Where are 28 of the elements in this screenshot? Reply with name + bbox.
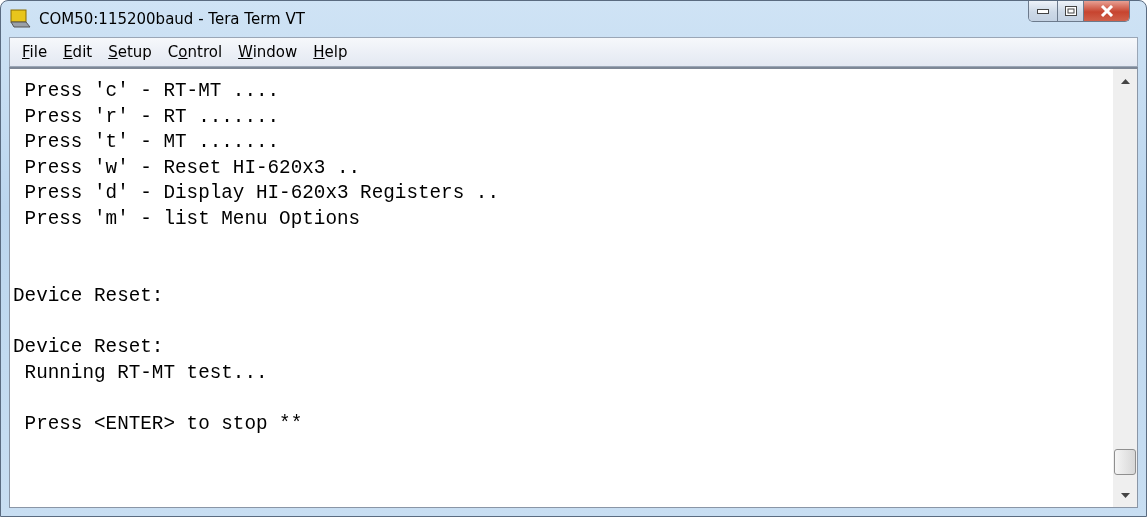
terminal-line: Device Reset:	[13, 283, 165, 309]
terminal-line: Press 'w' - Reset HI-620x3 ..	[23, 155, 362, 181]
close-icon	[1099, 5, 1114, 17]
maximize-button[interactable]	[1057, 1, 1083, 21]
close-button[interactable]	[1083, 1, 1129, 21]
minimize-button[interactable]	[1029, 1, 1057, 21]
menu-item[interactable]: Setup	[100, 43, 160, 61]
minimize-icon	[1037, 8, 1049, 14]
scrollbar[interactable]	[1113, 69, 1137, 507]
menu-item[interactable]: Help	[305, 43, 356, 61]
terminal-line: Running RT-MT test...	[23, 360, 269, 386]
scroll-down-icon[interactable]	[1120, 492, 1130, 498]
menu-item[interactable]: Edit	[55, 43, 101, 61]
terminal-app-icon	[9, 9, 31, 29]
menu-item[interactable]: Control	[159, 43, 231, 61]
scroll-thumb[interactable]	[1114, 449, 1136, 475]
terminal-line: Press 'd' - Display HI-620x3 Registers ..	[23, 181, 500, 207]
terminal-line: Press <ENTER> to stop **	[23, 411, 304, 437]
menu-item[interactable]: Window	[230, 43, 306, 61]
terminal-line: Press 'c' - RT-MT ....	[23, 79, 281, 104]
terminal-line: Press 'm' - list Menu Options	[23, 206, 362, 232]
scroll-up-icon[interactable]	[1120, 78, 1130, 84]
terminal-line: Press 'r' - RT .......	[23, 104, 281, 130]
menu-item[interactable]: File	[14, 43, 56, 61]
terminal-line: Device Reset:	[13, 334, 165, 360]
maximize-icon	[1064, 6, 1077, 16]
window-title: COM50:115200baud - Tera Term VT	[39, 10, 305, 28]
terminal-line: Press 't' - MT .......	[23, 130, 281, 156]
